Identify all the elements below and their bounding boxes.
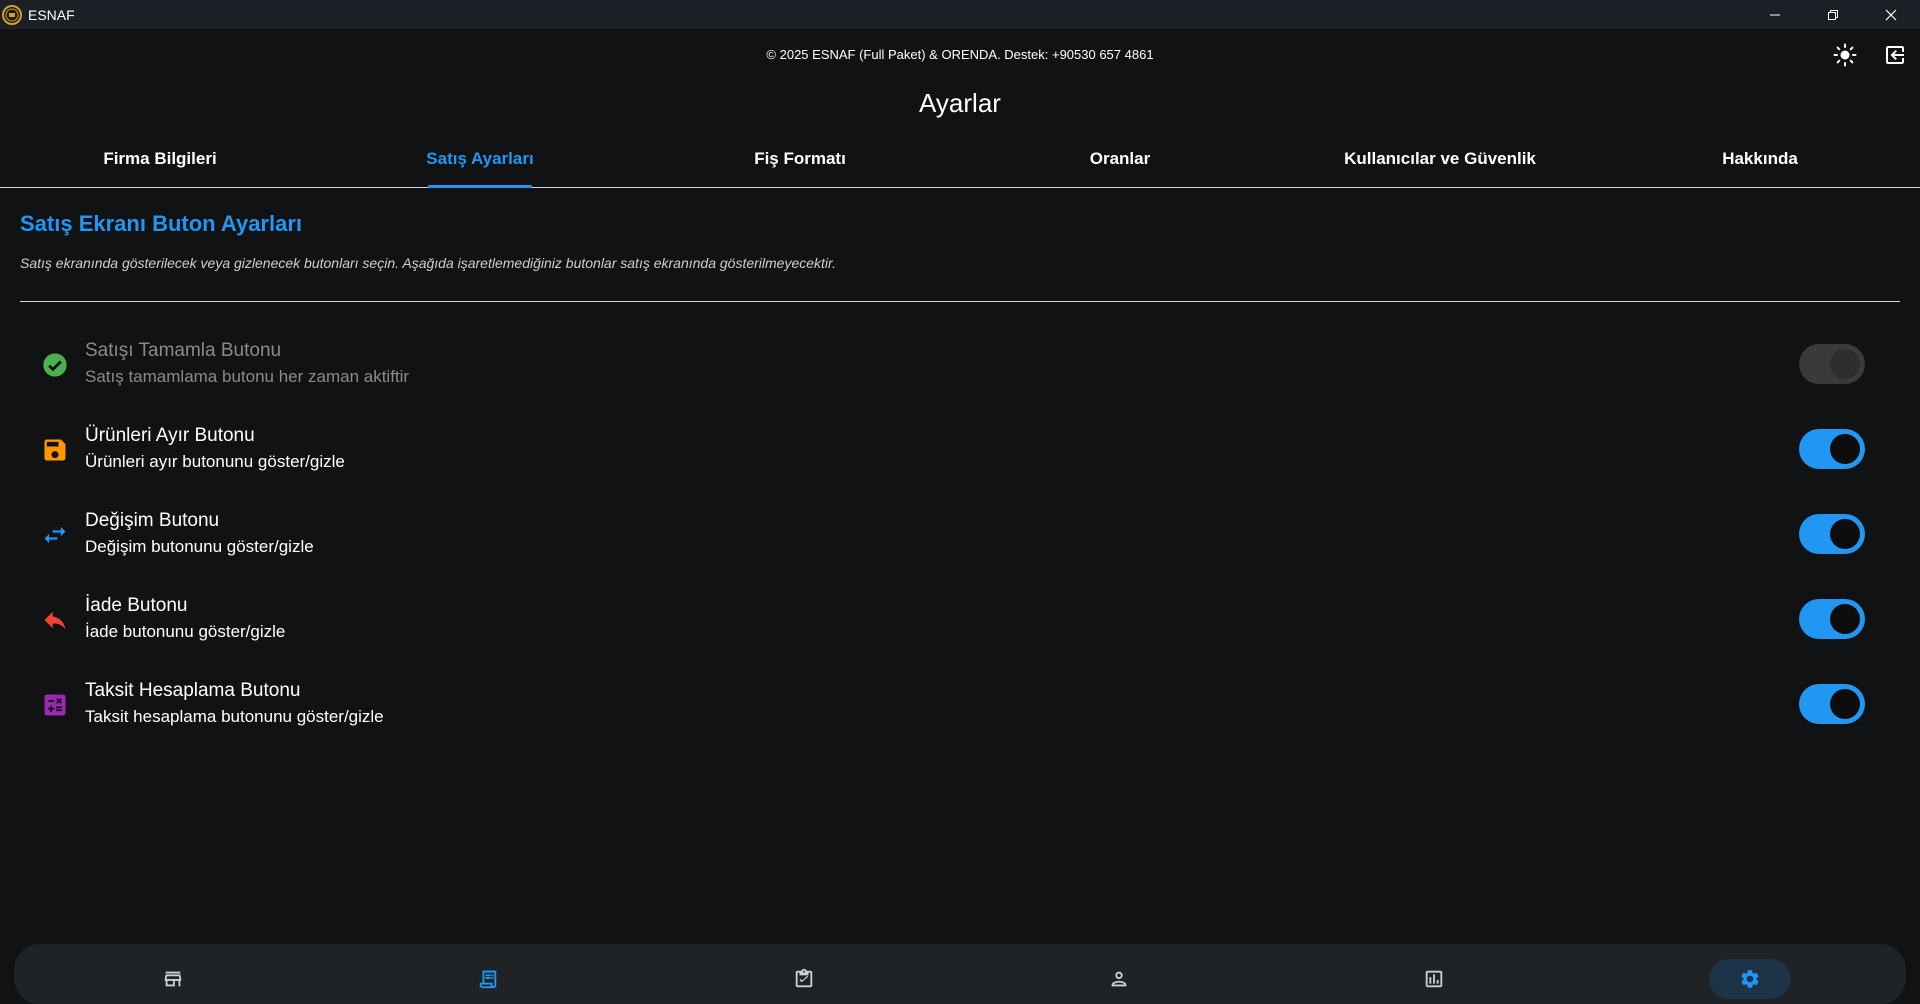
section-title: Satış Ekranı Buton Ayarları	[20, 211, 303, 236]
calculator-icon	[40, 690, 70, 720]
tab-label: Firma Bilgileri	[103, 149, 217, 168]
setting-title: Satışı Tamamla Butonu	[85, 340, 282, 361]
bottom-navigation	[14, 944, 1906, 1004]
tab-hakkinda[interactable]: Hakkında	[1600, 140, 1920, 187]
close-button[interactable]	[1862, 0, 1920, 29]
minimize-button[interactable]	[1746, 0, 1804, 29]
toggle-switch[interactable]	[1799, 684, 1865, 724]
tab-label: Kullanıcılar ve Güvenlik	[1344, 149, 1536, 168]
setting-title: Taksit Hesaplama Butonu	[85, 680, 301, 701]
person-icon	[1111, 971, 1127, 987]
active-tab-indicator	[428, 185, 532, 188]
page-title: Ayarlar	[919, 88, 1001, 118]
setting-title: Değişim Butonu	[85, 510, 220, 531]
toggle-switch[interactable]	[1799, 429, 1865, 469]
setting-subtitle: Taksit hesaplama butonunu göster/gizle	[85, 707, 384, 726]
tab-satis-ayarlari[interactable]: Satış Ayarları	[320, 140, 640, 188]
tab-fis-formati[interactable]: Fiş Formatı	[640, 140, 960, 187]
copyright-text: © 2025 ESNAF (Full Paket) & ORENDA. Dest…	[766, 47, 1154, 62]
logout-icon	[1886, 46, 1904, 64]
nav-store[interactable]	[161, 967, 185, 991]
logout-button[interactable]	[1881, 41, 1909, 69]
tab-oranlar[interactable]: Oranlar	[960, 140, 1280, 187]
tab-firma-bilgileri[interactable]: Firma Bilgileri	[0, 140, 320, 187]
nav-orders[interactable]	[792, 967, 816, 991]
app-logo	[2, 4, 22, 25]
setting-subtitle: Ürünleri ayır butonunu göster/gizle	[85, 452, 345, 471]
window-titlebar: ESNAF	[0, 0, 1920, 29]
tab-kullanicilar-ve-guvenlik[interactable]: Kullanıcılar ve Güvenlik	[1280, 140, 1600, 187]
restore-icon	[1828, 9, 1838, 20]
setting-title: Ürünleri Ayır Butonu	[85, 425, 255, 446]
top-bar: © 2025 ESNAF (Full Paket) & ORENDA. Dest…	[0, 29, 1920, 81]
window-controls	[1746, 0, 1920, 29]
setting-title: İade Butonu	[85, 595, 188, 616]
setting-degisim: Değişim Butonu Değişim butonunu göster/g…	[0, 510, 1920, 580]
toggle-switch[interactable]	[1799, 514, 1865, 554]
nav-settings[interactable]	[1738, 967, 1762, 991]
app-title: ESNAF	[28, 6, 75, 23]
nav-receipt[interactable]	[476, 967, 500, 991]
nav-customers[interactable]	[1107, 967, 1131, 991]
check-circle-icon	[40, 350, 70, 380]
tab-label: Hakkında	[1722, 149, 1798, 168]
tab-label: Satış Ayarları	[426, 149, 534, 168]
toggle-switch[interactable]	[1799, 599, 1865, 639]
setting-subtitle: Satış tamamlama butonu her zaman aktifti…	[85, 367, 410, 386]
nav-reports[interactable]	[1422, 967, 1446, 991]
setting-urunleri-ayir: Ürünleri Ayır Butonu Ürünleri ayır buton…	[0, 425, 1920, 495]
swap-icon	[40, 520, 70, 550]
tab-label: Fiş Formatı	[754, 149, 846, 168]
close-icon	[1885, 9, 1897, 20]
minimize-icon	[1770, 14, 1780, 15]
store-icon	[164, 971, 182, 987]
toggle-switch-disabled	[1799, 344, 1865, 384]
theme-toggle-button[interactable]	[1831, 41, 1859, 69]
section-divider	[20, 301, 1900, 302]
logo-emblem-icon	[5, 8, 19, 21]
settings-tabs: Firma Bilgileri Satış Ayarları Fiş Forma…	[0, 140, 1920, 188]
sun-icon	[1833, 43, 1857, 67]
setting-subtitle: Değişim butonunu göster/gizle	[85, 537, 314, 556]
save-icon	[40, 435, 70, 465]
setting-taksit-hesaplama: Taksit Hesaplama Butonu Taksit hesaplama…	[0, 680, 1920, 750]
setting-subtitle: İade butonunu göster/gizle	[85, 622, 286, 641]
restore-button[interactable]	[1804, 0, 1862, 29]
receipt-icon	[479, 969, 497, 989]
undo-icon	[40, 605, 70, 635]
setting-iade: İade Butonu İade butonunu göster/gizle	[0, 595, 1920, 665]
gear-icon	[1741, 970, 1759, 988]
clipboard-check-icon	[795, 968, 813, 988]
bar-chart-icon	[1425, 970, 1443, 988]
tab-label: Oranlar	[1089, 149, 1151, 168]
section-description: Satış ekranında gösterilecek veya gizlen…	[20, 255, 837, 271]
setting-satisi-tamamla: Satışı Tamamla Butonu Satış tamamlama bu…	[0, 340, 1920, 410]
